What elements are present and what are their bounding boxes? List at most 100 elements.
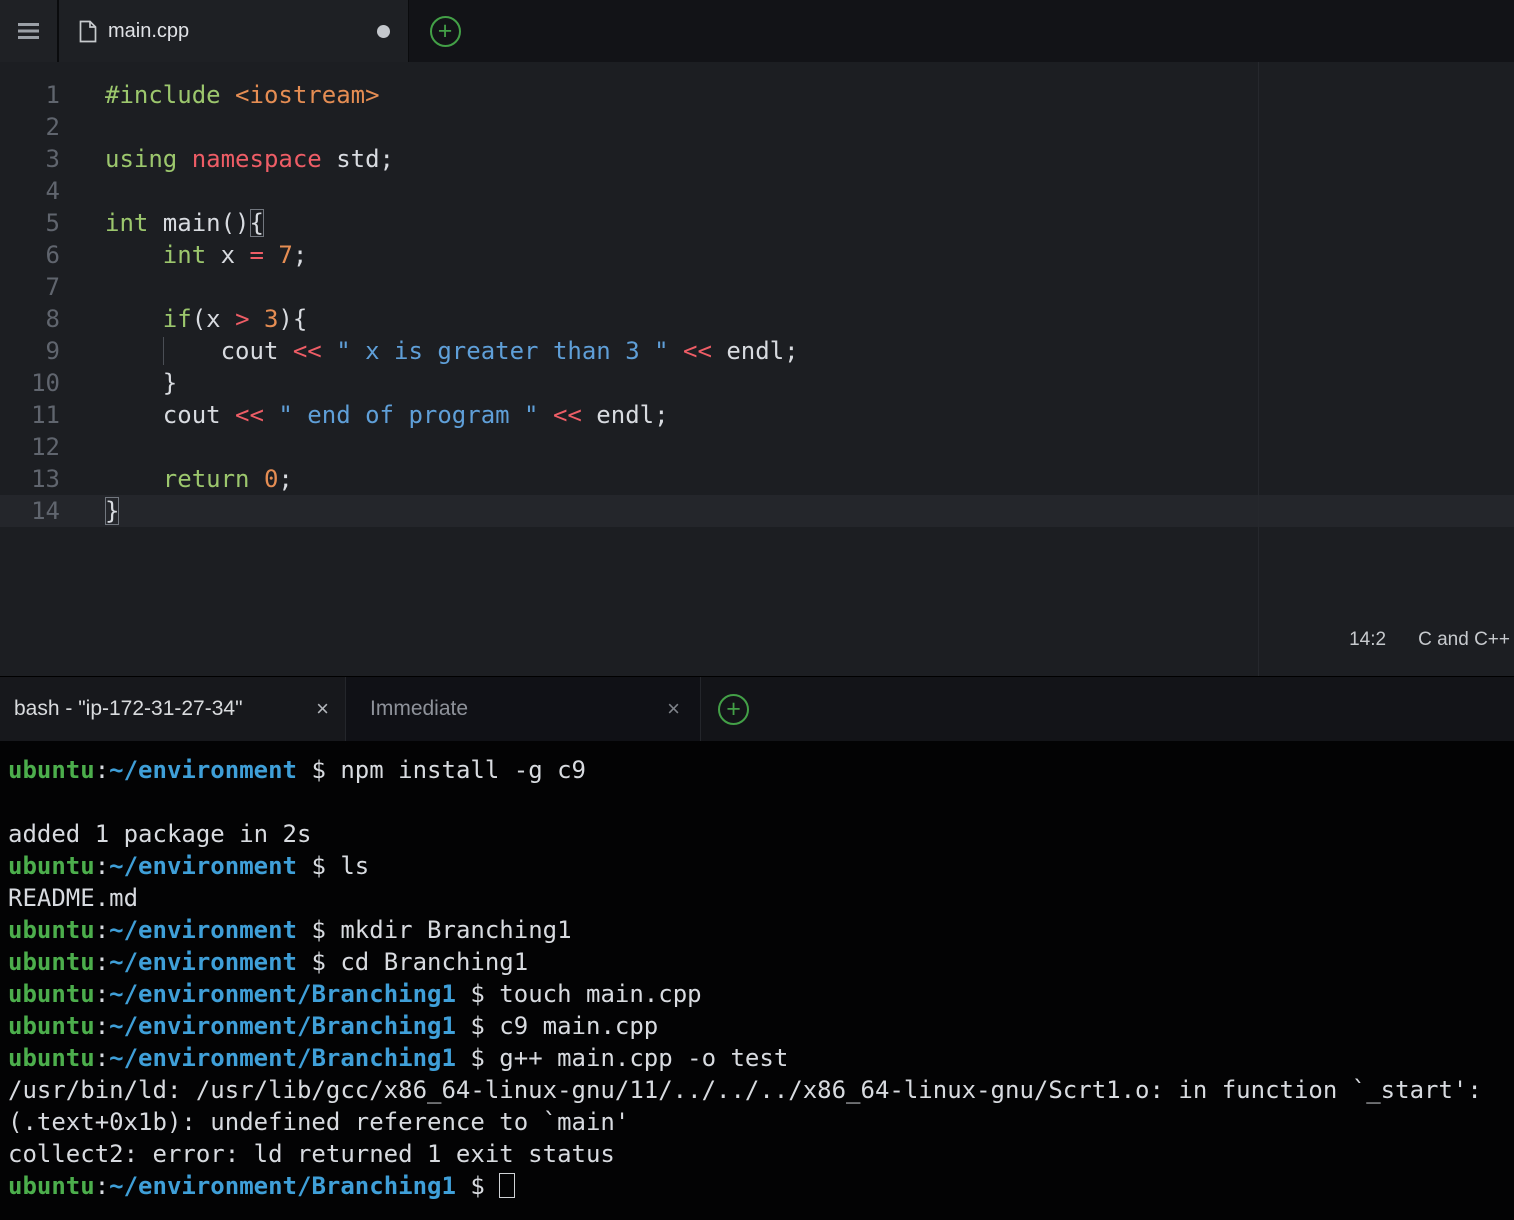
code-token: = <box>249 241 264 269</box>
gutter-line-11[interactable]: 11 <box>0 399 70 431</box>
code-line-11[interactable]: cout << " end of program " << endl; <box>70 399 1514 431</box>
terminal-output[interactable]: ubuntu:~/environment $ npm install -g c9… <box>0 741 1514 1220</box>
cursor-position: 14:2 <box>1349 629 1387 650</box>
terminal-token: $ <box>455 980 500 1008</box>
gutter-line-1[interactable]: 1 <box>0 79 70 111</box>
editor-status-bar: 14:2 C and C++ <box>1349 624 1510 656</box>
code-line-7[interactable] <box>70 271 1514 303</box>
plus-icon: + <box>429 15 461 47</box>
gutter-line-5[interactable]: 5 <box>0 207 70 239</box>
file-icon <box>79 20 97 43</box>
terminal-line-1: ubuntu:~/environment $ npm install -g c9 <box>8 754 1506 786</box>
gutter-line-9[interactable]: 9 <box>0 335 70 367</box>
terminal-token: : <box>94 948 110 976</box>
code-token: 7 <box>278 241 293 269</box>
language-mode: C and C++ <box>1418 629 1510 650</box>
code-line-10[interactable]: } <box>70 367 1514 399</box>
terminal-token: : <box>94 980 110 1008</box>
new-editor-tab-button[interactable]: + <box>409 0 481 62</box>
terminal-token: added 1 package in 2s <box>8 820 312 848</box>
tab-main-cpp[interactable]: main.cpp <box>59 0 409 62</box>
gutter-line-4[interactable]: 4 <box>0 175 70 207</box>
terminal-token: ubuntu <box>8 948 95 976</box>
code-line-9[interactable]: cout << " x is greater than 3 " << endl; <box>70 335 1514 367</box>
close-icon[interactable]: × <box>316 698 329 720</box>
code-line-3[interactable]: using namespace std; <box>70 143 1514 175</box>
code-token: x <box>206 241 250 269</box>
code-area[interactable]: #include <iostream> using namespace std; i… <box>70 62 1514 676</box>
terminal-token: ubuntu <box>8 1012 95 1040</box>
code-token: << <box>683 337 712 365</box>
gutter-line-10[interactable]: 10 <box>0 367 70 399</box>
gutter-line-14[interactable]: 14 <box>0 495 70 527</box>
terminal-line-10: ubuntu:~/environment/Branching1 $ g++ ma… <box>8 1042 1506 1074</box>
code-token: { <box>249 209 264 237</box>
terminal-line-11: /usr/bin/ld: /usr/lib/gcc/x86_64-linux-g… <box>8 1074 1506 1106</box>
terminal-tab-label: Immediate <box>370 697 469 720</box>
code-line-2[interactable] <box>70 111 1514 143</box>
code-token: if <box>162 305 192 333</box>
gutter-line-8[interactable]: 8 <box>0 303 70 335</box>
code-token: endl; <box>711 337 799 365</box>
code-token: #include <box>105 81 221 109</box>
gutter-line-12[interactable]: 12 <box>0 431 70 463</box>
code-line-4[interactable] <box>70 175 1514 207</box>
terminal-token: c9 main.cpp <box>499 1012 659 1040</box>
terminal-token: ~/environment <box>109 852 297 880</box>
code-editor[interactable]: 1 2 3 4 5 6 7 8 9 10 11 12 13 14 #include <iostream> u… <box>0 62 1514 676</box>
terminal-token: g++ main.cpp -o test <box>499 1044 789 1072</box>
code-token: main() <box>148 209 250 237</box>
hamburger-icon <box>18 23 39 39</box>
code-token: ; <box>292 241 308 269</box>
terminal-tab-bash[interactable]: bash - "ip-172-31-27-34" × <box>0 677 345 741</box>
code-line-1[interactable]: #include <iostream> <box>70 79 1514 111</box>
terminal-token: $ <box>297 948 341 976</box>
terminal-tab-immediate[interactable]: Immediate × <box>345 677 701 741</box>
gutter-line-13[interactable]: 13 <box>0 463 70 495</box>
terminal-token: : <box>94 1012 110 1040</box>
code-token: endl; <box>581 401 669 429</box>
terminal-token: /usr/bin/ld: /usr/lib/gcc/x86_64-linux-g… <box>8 1076 1482 1104</box>
terminal-token: $ <box>455 1044 500 1072</box>
gutter-line-2[interactable]: 2 <box>0 111 70 143</box>
code-line-5[interactable]: int main(){ <box>70 207 1514 239</box>
close-icon[interactable]: × <box>667 698 680 720</box>
code-token: << <box>552 401 582 429</box>
terminal-line-14: ubuntu:~/environment/Branching1 $ <box>8 1170 1506 1202</box>
code-token: namespace <box>191 145 322 173</box>
terminal-token: ~/environment/Branching1 <box>109 1172 456 1200</box>
code-line-8[interactable]: if(x > 3){ <box>70 303 1514 335</box>
code-token: ; <box>278 465 293 493</box>
code-line-14[interactable]: } <box>70 495 1514 527</box>
code-token: } <box>105 369 178 397</box>
code-token: int <box>162 241 207 269</box>
code-line-6[interactable]: int x = 7; <box>70 239 1514 271</box>
terminal-token: : <box>94 1172 110 1200</box>
code-token: using <box>105 145 178 173</box>
new-terminal-tab-button[interactable]: + <box>718 677 749 741</box>
code-token: 0 <box>263 465 279 493</box>
code-token: <iostream> <box>235 81 380 109</box>
terminal-token: ubuntu <box>8 852 95 880</box>
gutter-line-7[interactable]: 7 <box>0 271 70 303</box>
terminal-line-12: (.text+0x1b): undefined reference to `ma… <box>8 1106 1506 1138</box>
code-token: << <box>292 337 322 365</box>
gutter-line-3[interactable]: 3 <box>0 143 70 175</box>
line-number-gutter[interactable]: 1 2 3 4 5 6 7 8 9 10 11 12 13 14 <box>0 62 70 676</box>
gutter-line-6[interactable]: 6 <box>0 239 70 271</box>
code-token: (x <box>191 305 236 333</box>
terminal-cursor <box>499 1173 516 1198</box>
terminal-line-4: ubuntu:~/environment $ ls <box>8 850 1506 882</box>
code-token: 3 <box>263 305 279 333</box>
code-line-12[interactable] <box>70 431 1514 463</box>
editor-menu-button[interactable] <box>0 0 59 62</box>
terminal-token: ~/environment <box>109 948 297 976</box>
terminal-token: npm install -g c9 <box>340 756 586 784</box>
code-line-13[interactable]: return 0; <box>70 463 1514 495</box>
terminal-token: $ <box>297 916 341 944</box>
terminal-line-9: ubuntu:~/environment/Branching1 $ c9 mai… <box>8 1010 1506 1042</box>
